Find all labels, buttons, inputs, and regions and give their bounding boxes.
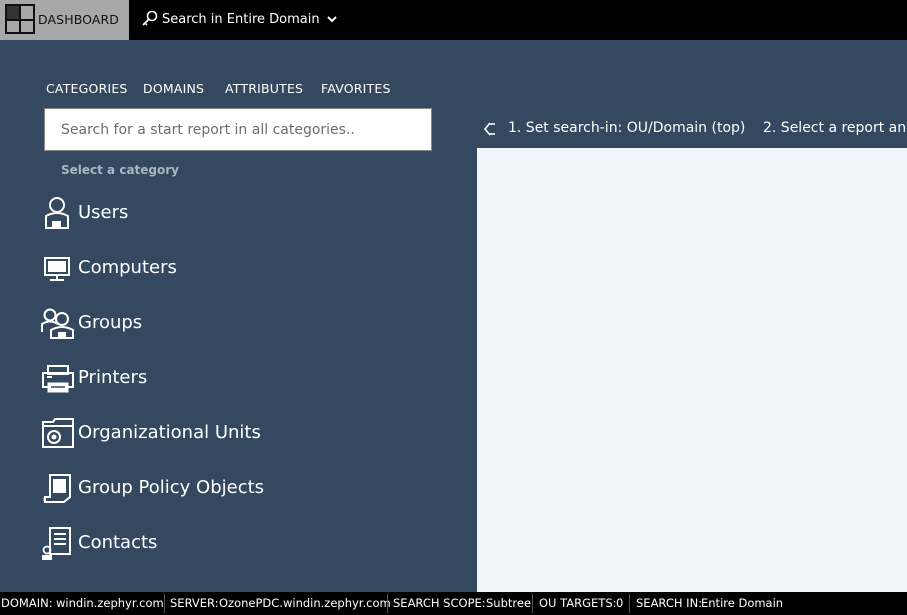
collapse-left-icon[interactable] bbox=[482, 121, 498, 137]
category-label: Group Policy Objects bbox=[78, 477, 265, 498]
status-divider bbox=[629, 594, 630, 613]
category-printers[interactable]: Printers bbox=[40, 359, 380, 399]
computer-icon bbox=[44, 257, 70, 281]
printer-icon bbox=[42, 365, 74, 393]
tab-categories[interactable]: CATEGORIES bbox=[46, 81, 128, 96]
status-bar: DOMAIN: windin.zephyr.com SERVER: OzoneP… bbox=[0, 592, 907, 615]
step-set-search-in[interactable]: 1. Set search-in: OU/Domain (top) bbox=[508, 120, 745, 136]
report-content-panel bbox=[477, 148, 907, 592]
status-searchin-label: SEARCH IN: bbox=[636, 596, 703, 610]
user-icon bbox=[45, 197, 69, 229]
category-label: Organizational Units bbox=[78, 422, 261, 443]
key-search-icon bbox=[142, 10, 158, 26]
status-ou-value: 0 bbox=[616, 596, 624, 610]
step-select-report: 2. Select a report and bbox=[763, 120, 907, 136]
status-divider bbox=[532, 594, 533, 613]
contact-icon bbox=[42, 527, 71, 560]
tab-domains[interactable]: DOMAINS bbox=[143, 81, 204, 96]
select-category-label: Select a category bbox=[61, 163, 179, 177]
wizard-steps: 1. Set search-in: OU/Domain (top) 2. Sel… bbox=[477, 116, 907, 144]
status-searchin-value: Entire Domain bbox=[701, 596, 784, 610]
status-server-label: SERVER: bbox=[170, 596, 219, 610]
category-label: Groups bbox=[78, 312, 143, 333]
status-domain-label: DOMAIN: bbox=[1, 596, 53, 610]
chevron-down-icon bbox=[327, 16, 337, 23]
category-group-policy-objects[interactable]: Group Policy Objects bbox=[40, 469, 380, 509]
status-scope-value: Subtree bbox=[486, 596, 532, 610]
search-scope-label: Search in Entire Domain bbox=[162, 12, 320, 27]
status-ou-label: OU TARGETS: bbox=[539, 596, 617, 610]
dashboard-label: DASHBOARD bbox=[38, 12, 120, 27]
dashboard-grid-icon bbox=[5, 4, 35, 34]
category-label: Users bbox=[78, 202, 129, 223]
dashboard-button[interactable]: DASHBOARD bbox=[0, 0, 129, 40]
tab-favorites[interactable]: FAVORITES bbox=[321, 81, 391, 96]
category-users[interactable]: Users bbox=[40, 194, 380, 234]
tab-attributes[interactable]: ATTRIBUTES bbox=[225, 81, 303, 96]
gpo-scroll-icon bbox=[43, 474, 71, 503]
category-contacts[interactable]: Contacts bbox=[40, 524, 380, 564]
category-label: Contacts bbox=[78, 532, 158, 553]
status-domain-value: windin.zephyr.com bbox=[56, 596, 164, 610]
status-scope-label: SEARCH SCOPE: bbox=[393, 596, 486, 610]
group-icon bbox=[41, 308, 74, 339]
category-search-input[interactable] bbox=[44, 108, 432, 151]
top-bar: DASHBOARD Search in Entire Domain bbox=[0, 0, 907, 40]
category-label: Computers bbox=[78, 257, 177, 278]
status-divider bbox=[164, 594, 165, 613]
category-groups[interactable]: Groups bbox=[40, 304, 380, 344]
status-divider bbox=[387, 594, 388, 613]
status-server-value: OzonePDC.windin.zephyr.com bbox=[219, 596, 391, 610]
category-computers[interactable]: Computers bbox=[40, 249, 380, 289]
ou-folder-icon bbox=[42, 418, 74, 448]
category-organizational-units[interactable]: Organizational Units bbox=[40, 414, 380, 454]
category-label: Printers bbox=[78, 367, 148, 388]
